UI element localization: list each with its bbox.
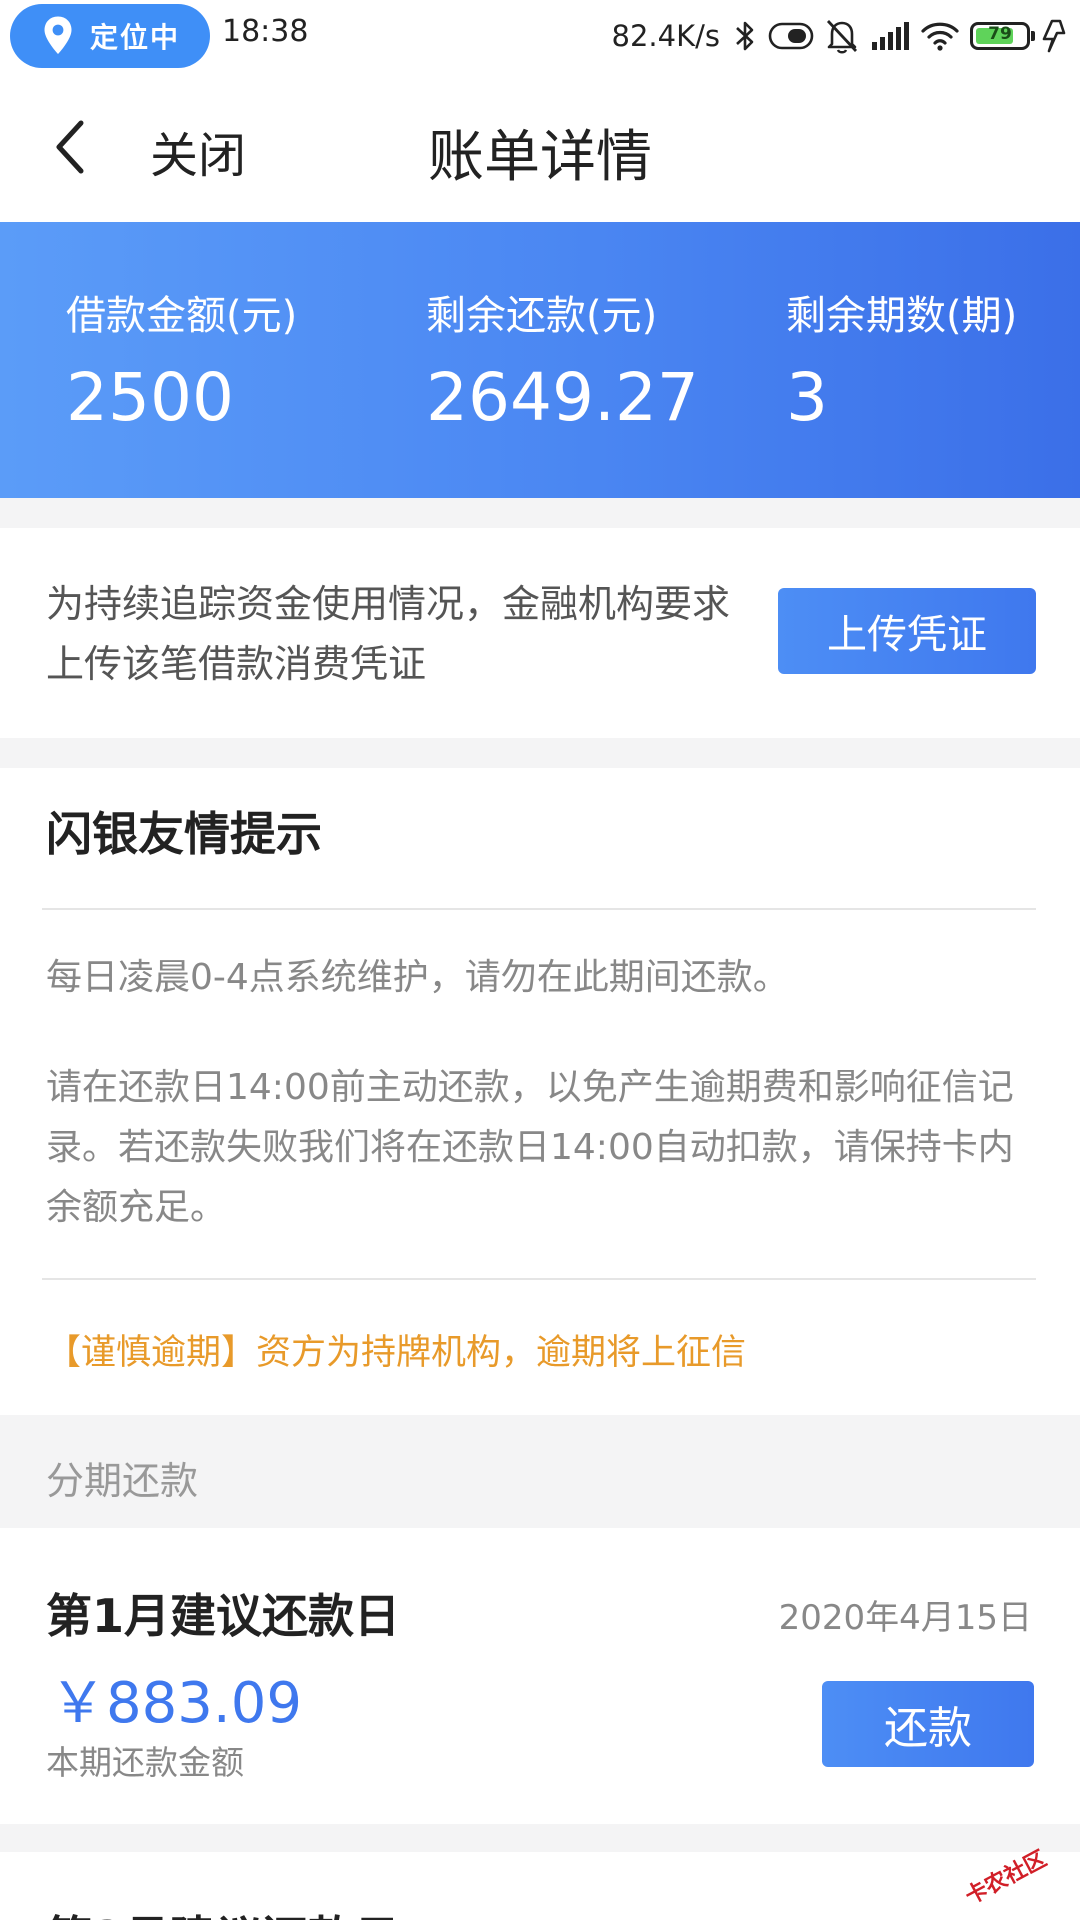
installments-section-header: 分期还款 <box>46 1459 199 1503</box>
periods-value: 3 <box>786 359 828 436</box>
signal-icon <box>872 22 909 50</box>
charging-icon <box>1042 19 1066 53</box>
remaining-value: 2649.27 <box>426 359 699 436</box>
nav-bar: 关闭 账单详情 <box>0 72 1080 222</box>
wifi-icon <box>921 22 959 51</box>
battery-nub <box>1031 31 1035 41</box>
loan-summary-banner: 借款金额(元) 2500 剩余还款(元) 2649.27 剩余期数(期) 3 <box>0 222 1080 498</box>
upload-voucher-button[interactable]: 上传凭证 <box>778 588 1036 674</box>
tips-card: 闪银友情提示 每日凌晨0-4点系统维护，请勿在此期间还款。 请在还款日14:00… <box>0 768 1080 1415</box>
installment-card-next: 第2月建议还款日 <box>0 1852 1080 1920</box>
bluetooth-icon <box>736 21 754 51</box>
tips-divider-bottom <box>42 1278 1036 1280</box>
remaining-stat: 剩余还款(元) 2649.27 <box>426 290 699 440</box>
app-root: 定位中 18:38 82.4K/s 79 关闭 账单详情 借款金额(元) 250… <box>0 0 1080 1920</box>
battery-icon: 79 <box>970 22 1035 50</box>
battery-level: 79 <box>988 24 1012 44</box>
back-button[interactable] <box>40 112 100 182</box>
location-status-pill[interactable]: 定位中 <box>10 4 210 68</box>
location-pin-icon <box>44 16 72 54</box>
upload-notice-text: 为持续追踪资金使用情况，金融机构要求上传该笔借款消费凭证 <box>46 582 731 686</box>
close-button[interactable]: 关闭 <box>150 116 246 186</box>
tips-divider-top <box>42 908 1036 910</box>
overdue-warning: 【谨慎逾期】资方为持牌机构，逾期将上征信 <box>46 1333 747 1373</box>
periods-label: 剩余期数(期) <box>786 293 1018 339</box>
loan-amount-label: 借款金额(元) <box>66 293 298 339</box>
upload-voucher-card: 为持续追踪资金使用情况，金融机构要求上传该笔借款消费凭证 上传凭证 <box>0 528 1080 738</box>
toggle-icon <box>768 22 814 50</box>
back-arrow-icon <box>56 120 84 174</box>
periods-stat: 剩余期数(期) 3 <box>786 290 1017 440</box>
installment-card: 第1月建议还款日 2020年4月15日 ￥883.09 本期还款金额 还款 <box>0 1528 1080 1824</box>
clock: 18:38 <box>222 14 309 49</box>
installment-amount-label: 本期还款金额 <box>46 1743 244 1782</box>
loan-amount-stat: 借款金额(元) 2500 <box>66 290 297 440</box>
remaining-label: 剩余还款(元) <box>426 293 658 339</box>
location-label: 定位中 <box>90 21 181 54</box>
status-icons: 82.4K/s 79 <box>612 12 1070 60</box>
net-speed: 82.4K/s <box>611 19 720 53</box>
installment-title-next: 第2月建议还款日 <box>46 1902 400 1920</box>
installment-date: 2020年4月15日 <box>778 1598 1032 1638</box>
tips-title: 闪银友情提示 <box>46 807 322 861</box>
loan-amount-value: 2500 <box>66 359 234 436</box>
mute-bell-icon <box>826 20 858 54</box>
page-title: 账单详情 <box>428 125 652 190</box>
tip-repay-deadline: 请在还款日14:00前主动还款，以免产生逾期费和影响征信记录。若还款失败我们将在… <box>46 1067 1014 1228</box>
tip-maintenance: 每日凌晨0-4点系统维护，请勿在此期间还款。 <box>46 957 789 998</box>
status-bar: 定位中 18:38 82.4K/s 79 <box>0 0 1080 72</box>
installment-title: 第1月建议还款日 <box>46 1589 401 1643</box>
installment-amount: ￥883.09 <box>50 1671 302 1736</box>
repay-button[interactable]: 还款 <box>822 1681 1034 1767</box>
